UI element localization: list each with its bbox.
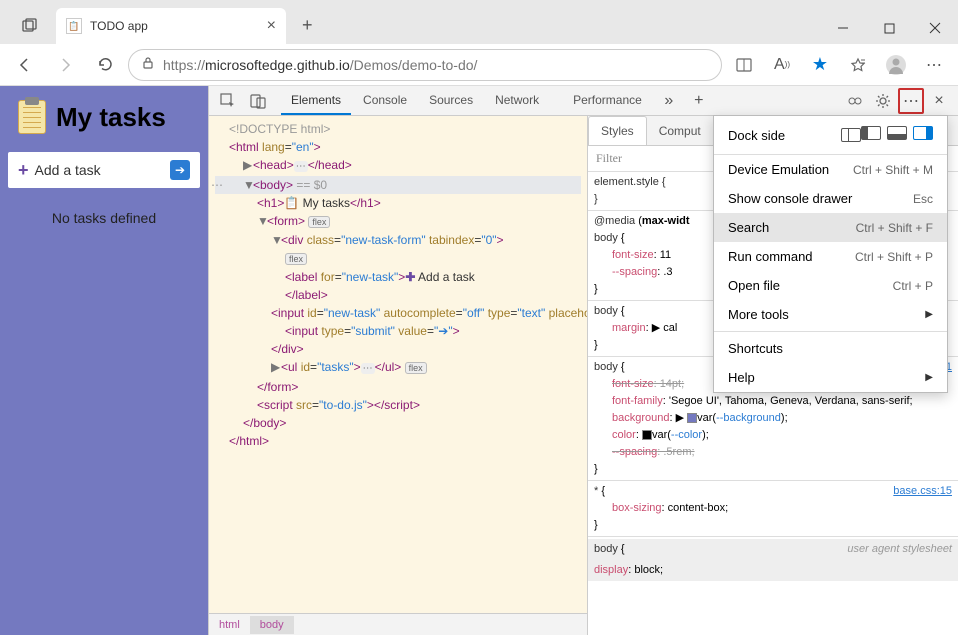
- dock-left-icon[interactable]: [861, 126, 881, 140]
- profile-icon[interactable]: [880, 49, 912, 81]
- app-panel: My tasks + Add a task ➔ No tasks defined: [0, 86, 208, 635]
- inspect-element-icon[interactable]: [215, 88, 241, 114]
- new-tab-button[interactable]: +: [294, 7, 321, 44]
- breadcrumb-html[interactable]: html: [209, 616, 250, 634]
- url-input[interactable]: https://microsoftedge.github.io/Demos/de…: [128, 49, 722, 81]
- menu-item-open-file[interactable]: Open fileCtrl + P: [714, 271, 947, 300]
- settings-gear-icon[interactable]: [870, 88, 896, 114]
- no-tasks-label: No tasks defined: [0, 202, 208, 226]
- menu-item-shortcuts[interactable]: Shortcuts: [714, 334, 947, 363]
- dock-bottom-icon[interactable]: [887, 126, 907, 140]
- elements-panel: <!DOCTYPE html> <html lang="en"> ▶<head>…: [209, 116, 587, 635]
- app-title: My tasks: [56, 102, 166, 133]
- submit-arrow-icon[interactable]: ➔: [170, 160, 190, 180]
- tab-favicon: 📋: [66, 18, 82, 34]
- tab-network[interactable]: Network: [485, 87, 549, 115]
- devtools-menu: Dock side Device EmulationCtrl + Shift +…: [713, 115, 948, 393]
- breadcrumb-body[interactable]: body: [250, 616, 294, 634]
- menu-item-show-console-drawer[interactable]: Show console drawerEsc: [714, 184, 947, 213]
- tab-sources[interactable]: Sources: [419, 87, 483, 115]
- menu-item-search[interactable]: SearchCtrl + Shift + F: [714, 213, 947, 242]
- dock-right-icon[interactable]: [913, 126, 933, 140]
- tab-title: TODO app: [90, 19, 259, 33]
- source-link[interactable]: base.css:15: [893, 483, 952, 500]
- dom-tree[interactable]: <!DOCTYPE html> <html lang="en"> ▶<head>…: [209, 116, 587, 613]
- add-task-placeholder: Add a task: [35, 162, 164, 178]
- plus-icon: +: [18, 160, 29, 181]
- browser-tab[interactable]: 📋 TODO app ×: [56, 8, 286, 44]
- computed-tab[interactable]: Comput: [647, 117, 713, 145]
- menu-item-device-emulation[interactable]: Device EmulationCtrl + Shift + M: [714, 155, 947, 184]
- more-tabs-icon[interactable]: »: [656, 88, 682, 114]
- styles-tab[interactable]: Styles: [588, 116, 647, 145]
- refresh-button[interactable]: [88, 48, 122, 82]
- devtools-close-icon[interactable]: ×: [926, 88, 952, 114]
- close-window-button[interactable]: [912, 12, 958, 44]
- add-task-input[interactable]: + Add a task ➔: [8, 152, 200, 188]
- window-titlebar: 📋 TODO app × +: [0, 0, 958, 44]
- favorites-icon[interactable]: [842, 49, 874, 81]
- forward-button[interactable]: [48, 48, 82, 82]
- favorite-star-icon[interactable]: ★: [804, 49, 836, 81]
- tab-actions-icon[interactable]: [12, 8, 48, 44]
- lock-icon: [141, 56, 155, 73]
- tab-elements[interactable]: Elements: [281, 87, 351, 115]
- tab-performance[interactable]: Performance: [563, 87, 652, 115]
- devtools-toolbar: Elements Console Sources Network Perform…: [209, 86, 958, 116]
- read-aloud-icon[interactable]: A)): [766, 49, 798, 81]
- menu-item-help[interactable]: Help▶: [714, 363, 947, 392]
- tab-console[interactable]: Console: [353, 87, 417, 115]
- devtools-tabs: Elements Console Sources Network Perform…: [281, 87, 652, 115]
- dom-breadcrumb: html body: [209, 613, 587, 635]
- tab-close-icon[interactable]: ×: [267, 17, 276, 35]
- dock-undock-icon[interactable]: [841, 128, 861, 142]
- menu-item-run-command[interactable]: Run commandCtrl + Shift + P: [714, 242, 947, 271]
- issues-icon[interactable]: [842, 88, 868, 114]
- add-tab-icon[interactable]: +: [686, 88, 712, 114]
- url-text: https://microsoftedge.github.io/Demos/de…: [163, 57, 709, 73]
- menu-icon[interactable]: ⋯: [918, 49, 950, 81]
- reading-view-icon[interactable]: [728, 49, 760, 81]
- device-toggle-icon[interactable]: [245, 88, 271, 114]
- clipboard-icon: [18, 100, 46, 134]
- maximize-button[interactable]: [866, 12, 912, 44]
- devtools-more-icon[interactable]: ⋯: [898, 88, 924, 114]
- menu-item-more-tools[interactable]: More tools▶: [714, 300, 947, 329]
- minimize-button[interactable]: [820, 12, 866, 44]
- dock-side-label: Dock side: [728, 128, 785, 143]
- address-bar: https://microsoftedge.github.io/Demos/de…: [0, 44, 958, 86]
- back-button[interactable]: [8, 48, 42, 82]
